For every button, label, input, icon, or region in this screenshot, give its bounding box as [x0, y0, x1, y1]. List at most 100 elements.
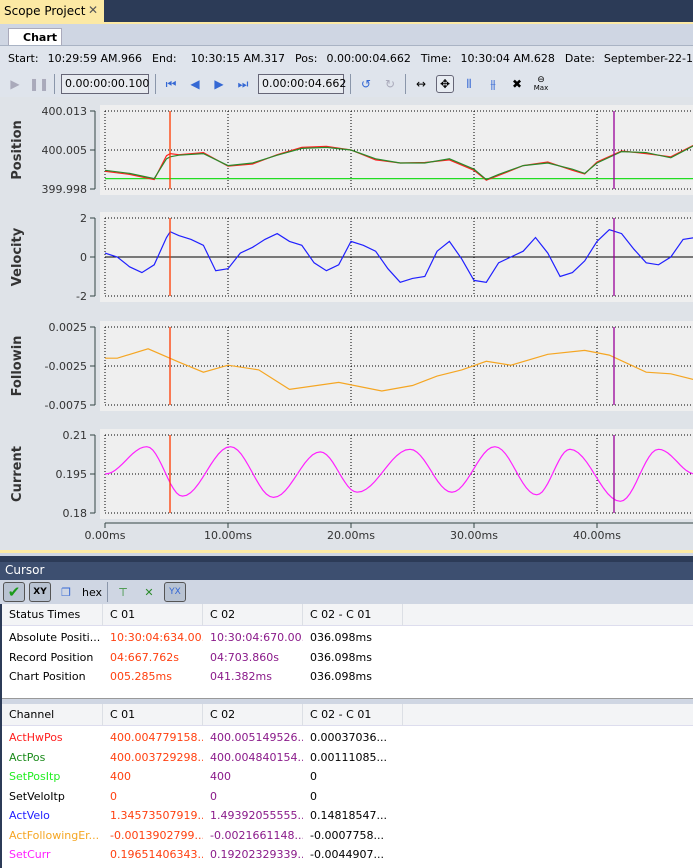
zoom-max-icon[interactable]: ⊖ Max [532, 75, 550, 93]
column-header[interactable]: C 02 - C 01 [303, 604, 403, 626]
column-header[interactable]: C 02 [203, 604, 303, 626]
table-row[interactable]: ActVelo 1.34573507919... 1.49392055555... 0… [2, 809, 403, 822]
cursor-x-icon[interactable]: ⊤ [112, 582, 134, 602]
cursor-xy-icon[interactable]: YX [164, 582, 186, 602]
c01-value: 0.19651406343... [110, 848, 203, 861]
diff-value: 036.098ms [310, 650, 372, 664]
table-row[interactable]: ActHwPos 400.004779158... 400.005149526...… [2, 731, 403, 744]
panel-velocity[interactable]: Velocity 2 0 -2 [10, 212, 693, 303]
copy-icon[interactable]: ❐ [55, 582, 77, 602]
chart-toolbar: ▶ ❚❚ 0.00:00:00.100 ⏮ ◀ ▶ ⏭ 0.00:00:04.6… [0, 71, 693, 97]
panel-title: Followin [10, 336, 25, 397]
panel-title: Position [10, 120, 25, 180]
x-tick-label: 30.00ms [450, 529, 498, 542]
panel-title: Current [10, 446, 25, 502]
c01-value: 1.34573507919... [110, 809, 203, 822]
c01-value: -0.0013902799... [110, 828, 203, 842]
chart-bottom-border [0, 550, 693, 553]
close-icon[interactable]: ✕ [88, 3, 98, 17]
cursor-y-icon[interactable]: ✕ [138, 582, 160, 602]
c01-value: 005.285ms [110, 670, 172, 683]
c02-value: 04:703.860s [210, 650, 279, 664]
skip-to-end-icon[interactable]: ⏭ [234, 75, 252, 93]
table-row[interactable]: Record Position 04:667.762s 04:703.860s 036… [2, 651, 403, 664]
step-back-icon[interactable]: ◀ [186, 75, 204, 93]
channel-name: ActHwPos [9, 731, 63, 744]
column-header[interactable]: C 01 [103, 704, 203, 726]
y-tick-label: 2 [80, 212, 87, 225]
step-forward-icon[interactable]: ▶ [210, 75, 228, 93]
table-row[interactable]: SetCurr 0.19651406343... 0.19202329339... -… [2, 848, 403, 861]
position-field[interactable]: 0.00:00:04.662 [258, 74, 346, 94]
c01-value: 0 [110, 789, 117, 803]
c02-value: 0 [210, 789, 217, 803]
c01-value: 10:30:04:634.00... [110, 631, 203, 644]
diff-value: -0.0007758... [310, 828, 384, 842]
hex-toggle[interactable]: hex [81, 582, 103, 602]
pos-value: 0.00:00:04.662 [326, 52, 411, 65]
zoom-x-icon[interactable]: ⫴ [460, 75, 478, 93]
c02-value: 041.382ms [210, 670, 272, 683]
column-header[interactable]: C 02 - C 01 [303, 704, 403, 726]
document-tab-scope-project[interactable]: Scope Project ✕ [0, 0, 104, 22]
column-header[interactable]: C 01 [103, 604, 203, 626]
x-tick-label: 20.00ms [327, 529, 375, 542]
pause-icon[interactable]: ❚❚ [29, 75, 49, 93]
redo-icon[interactable]: ↻ [381, 75, 399, 93]
column-header[interactable]: Status Times [2, 604, 103, 626]
cursor-panel-title: Cursor [0, 562, 693, 580]
y-tick-label: 0.195 [56, 468, 88, 481]
date-label: Date: [564, 52, 595, 65]
x-tick-label: 10.00ms [204, 529, 252, 542]
y-tick-label: 0.0025 [49, 321, 88, 334]
y-tick-label: -0.0025 [45, 360, 87, 373]
row-label: Record Position [9, 650, 94, 664]
xy-cursor-icon[interactable]: XY [29, 582, 51, 602]
c02-value: 1.49392055555... [210, 809, 303, 822]
step-field[interactable]: 0.00:00:00.100 [61, 74, 149, 94]
play-icon[interactable]: ▶ [6, 75, 24, 93]
c02-value: 400.005149526... [210, 731, 303, 744]
tab-chart[interactable]: Chart [8, 28, 62, 46]
column-header[interactable]: Channel [2, 704, 103, 726]
diff-value: -0.0044907... [310, 848, 384, 861]
table-row[interactable]: Chart Position 005.285ms 041.382ms 036.098m… [2, 670, 403, 683]
y-tick-label: -2 [76, 290, 87, 303]
table-row[interactable]: ActFollowingEr... -0.0013902799... -0.0021… [2, 829, 403, 842]
end-label: End: [152, 52, 177, 65]
chart-info-bar: Start: 10:29:59 AM.966 End: 10:30:15 AM.… [0, 45, 693, 71]
channel-name: SetCurr [9, 848, 51, 861]
enable-cursor-check-icon[interactable]: ✔ [3, 582, 25, 602]
undo-icon[interactable]: ↺ [357, 75, 375, 93]
diff-value: 0.00037036... [310, 731, 387, 744]
c02-value: -0.0021661148... [210, 828, 303, 842]
table-row[interactable]: Absolute Positi... 10:30:04:634.00... 10:3… [2, 631, 403, 644]
start-value: 10:29:59 AM.966 [47, 52, 142, 65]
scope-chart[interactable]: Position 400.013 400.005 399.998 Velocity 2 0 -… [0, 97, 693, 553]
tools-icon[interactable]: ✖ [508, 75, 526, 93]
panel-title: Velocity [10, 227, 25, 286]
cursor-tables: Status Times C 01 C 02 C 02 - C 01 Absol… [2, 604, 693, 868]
panel-current[interactable]: Current 0.21 0.195 0.18 [10, 429, 693, 520]
c02-value: 10:30:04:670.00... [210, 631, 303, 644]
time-value: 10:30:04 AM.628 [460, 52, 555, 65]
column-header[interactable]: C 02 [203, 704, 303, 726]
channel-name: ActPos [9, 750, 46, 764]
panel-followin[interactable]: Followin 0.0025 -0.0025 -0.0075 [10, 321, 693, 412]
document-tab-title: Scope Project [4, 4, 86, 18]
pos-label: Pos: [295, 52, 318, 65]
zoom-y-icon[interactable]: ⫵ [484, 75, 502, 93]
table-row[interactable]: SetPosItp 400 400 0 [2, 770, 403, 783]
skip-to-start-icon[interactable]: ⏮ [162, 75, 180, 93]
diff-value: 0.00111085... [310, 750, 387, 764]
table-row[interactable]: SetVeloItp 0 0 0 [2, 790, 403, 803]
pan-horizontal-icon[interactable]: ↔ [412, 75, 430, 93]
channel-header: Channel C 01 C 02 C 02 - C 01 [2, 704, 693, 726]
diff-value: 036.098ms [310, 631, 372, 644]
table-row[interactable]: ActPos 400.003729298... 400.004840154... 0.… [2, 751, 403, 764]
pan-all-icon[interactable]: ✥ [436, 75, 454, 93]
panel-position[interactable]: Position 400.013 400.005 399.998 [10, 105, 693, 196]
c01-value: 400.003729298... [110, 750, 203, 764]
y-tick-label: 0.18 [63, 507, 88, 520]
c02-value: 0.19202329339... [210, 848, 303, 861]
